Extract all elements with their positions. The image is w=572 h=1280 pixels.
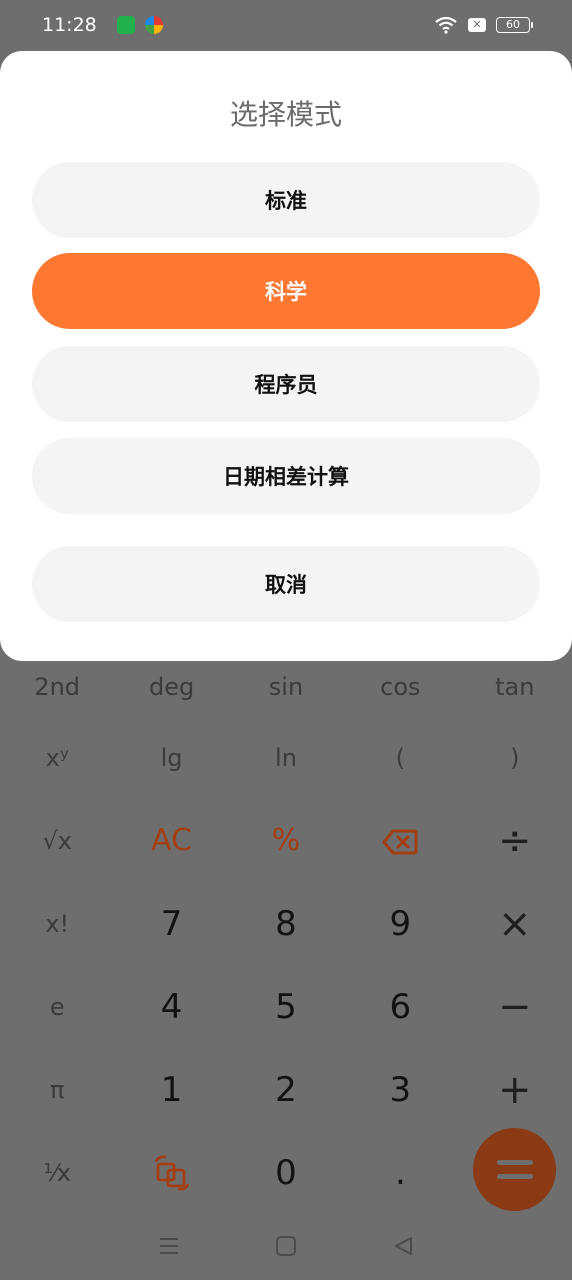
key-divide[interactable]: ÷ — [458, 818, 572, 864]
key-cos[interactable]: cos — [343, 673, 457, 701]
keypad-row-4: x! 7 8 9 × — [0, 882, 572, 965]
mode-option-date-diff[interactable]: 日期相差计算 — [32, 438, 540, 514]
mode-option-standard[interactable]: 标准 — [32, 162, 540, 238]
status-time: 11:28 — [42, 14, 97, 36]
key-7[interactable]: 7 — [114, 904, 228, 944]
key-decimal[interactable]: . — [343, 1153, 457, 1193]
key-power[interactable]: xʸ — [0, 744, 114, 772]
key-9[interactable]: 9 — [343, 904, 457, 944]
mode-select-dialog: 选择模式 标准 科学 程序员 日期相差计算 取消 — [0, 51, 572, 661]
key-4[interactable]: 4 — [114, 987, 228, 1027]
keypad-row-5: e 4 5 6 − — [0, 965, 572, 1048]
key-close-paren[interactable]: ) — [458, 744, 572, 772]
key-3[interactable]: 3 — [343, 1070, 457, 1110]
key-8[interactable]: 8 — [229, 904, 343, 944]
key-0[interactable]: 0 — [229, 1153, 343, 1193]
battery-indicator: 60 — [496, 17, 533, 33]
key-factorial[interactable]: x! — [0, 910, 114, 938]
equals-bar-bottom — [496, 1174, 533, 1179]
status-right: ✕ 60 — [434, 16, 533, 34]
key-2[interactable]: 2 — [229, 1070, 343, 1110]
backspace-icon[interactable] — [343, 823, 457, 858]
key-percent[interactable]: % — [229, 823, 343, 858]
key-open-paren[interactable]: ( — [343, 744, 457, 772]
keypad-row-6: π 1 2 3 + — [0, 1048, 572, 1131]
keypad-row-3: √x AC % ÷ — [0, 799, 572, 882]
key-sqrt[interactable]: √x — [0, 827, 114, 855]
notification-app-icon — [116, 16, 135, 34]
status-bar: 11:28 ✕ 60 — [0, 0, 572, 50]
keypad-row-2: xʸ lg ln ( ) — [0, 716, 572, 799]
cancel-button[interactable]: 取消 — [32, 546, 540, 622]
key-minus[interactable]: − — [458, 984, 572, 1030]
key-6[interactable]: 6 — [343, 987, 457, 1027]
equals-button[interactable] — [473, 1128, 556, 1211]
key-ac[interactable]: AC — [114, 823, 228, 858]
back-icon[interactable] — [392, 1235, 414, 1257]
key-2nd[interactable]: 2nd — [0, 673, 114, 701]
swap-icon[interactable] — [114, 1154, 228, 1192]
notification-browser-icon — [144, 16, 163, 34]
sim-off-icon: ✕ — [468, 18, 486, 32]
equals-bar-top — [496, 1160, 533, 1165]
key-5[interactable]: 5 — [229, 987, 343, 1027]
key-multiply[interactable]: × — [458, 901, 572, 947]
key-lg[interactable]: lg — [114, 744, 228, 772]
menu-icon[interactable] — [158, 1236, 180, 1256]
dialog-title: 选择模式 — [229, 98, 342, 131]
home-icon[interactable] — [275, 1235, 297, 1257]
key-e[interactable]: e — [0, 993, 114, 1021]
key-plus[interactable]: + — [458, 1067, 572, 1113]
mode-option-scientific[interactable]: 科学 — [32, 253, 540, 329]
key-reciprocal[interactable]: ¹⁄x — [0, 1159, 114, 1187]
system-nav-bar — [0, 1212, 572, 1280]
key-pi[interactable]: π — [0, 1076, 114, 1104]
key-1[interactable]: 1 — [114, 1070, 228, 1110]
key-sin[interactable]: sin — [229, 673, 343, 701]
wifi-icon — [434, 16, 458, 34]
key-deg[interactable]: deg — [114, 673, 228, 701]
key-tan[interactable]: tan — [458, 673, 572, 701]
key-ln[interactable]: ln — [229, 744, 343, 772]
mode-option-programmer[interactable]: 程序员 — [32, 346, 540, 422]
calculator-keypad: 2nd deg sin cos tan xʸ lg ln ( ) √x AC %… — [0, 632, 572, 1212]
